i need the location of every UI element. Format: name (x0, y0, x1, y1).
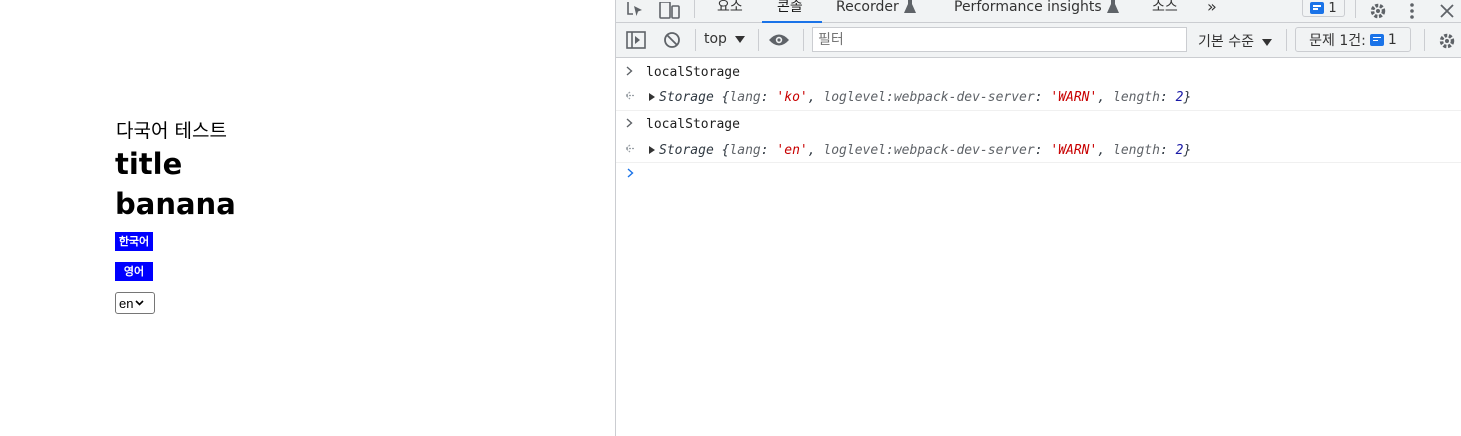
device-toolbar-icon[interactable] (658, 0, 682, 22)
tab-console[interactable]: 콘솔 (777, 0, 803, 23)
kebab-menu-icon[interactable] (1403, 0, 1421, 22)
toolbar-separator (695, 29, 696, 51)
object-key-length: length (1113, 143, 1160, 158)
toolbar-separator (803, 29, 804, 51)
tab-sources-label: 소스 (1152, 0, 1178, 15)
console-command-text: localStorage (646, 117, 740, 132)
console-command-row: localStorage (616, 59, 1461, 84)
flask-icon (1106, 0, 1119, 16)
object-key-lang: lang (729, 143, 761, 158)
expand-triangle-icon[interactable] (649, 146, 655, 154)
chevron-right-icon (626, 117, 633, 131)
settings-gear-icon[interactable] (1367, 0, 1389, 22)
tab-recorder-label: Recorder (836, 0, 899, 15)
object-prefix: Storage { (659, 143, 730, 158)
object-suffix: } (1183, 90, 1192, 105)
language-select-value: en (119, 295, 134, 311)
message-icon (1310, 2, 1325, 14)
object-value-lang: 'ko' (776, 90, 808, 105)
chevron-down-icon (135, 298, 145, 308)
storage-object-preview: Storage {lang: 'ko', loglevel:webpack-de… (659, 90, 1192, 105)
object-value-loglevel: 'WARN' (1050, 90, 1098, 105)
expand-triangle-icon[interactable] (649, 93, 655, 101)
return-arrow-icon (625, 143, 634, 156)
inspect-element-icon[interactable] (624, 0, 646, 22)
live-expression-eye-icon[interactable] (767, 29, 791, 51)
filter-input[interactable] (812, 27, 1187, 52)
tab-performance-insights-label: Performance insights (954, 0, 1102, 15)
issues-count: 1 (1387, 31, 1397, 48)
toolbar-separator (758, 29, 759, 51)
title-text: title (115, 147, 183, 181)
issues-button[interactable]: 문제 1건: 1 (1295, 27, 1411, 52)
log-level-value: 기본 수준 (1198, 34, 1254, 50)
chevron-right-icon (626, 65, 633, 79)
more-tabs-button[interactable]: » (1207, 0, 1217, 23)
console-row-divider (616, 162, 1461, 163)
console-input-prompt-icon[interactable] (627, 167, 634, 182)
storage-object-preview: Storage {lang: 'en', loglevel:webpack-de… (659, 143, 1192, 158)
tab-elements[interactable]: 요소 (717, 0, 743, 23)
issues-label: 문제 1건: (1309, 32, 1366, 49)
toolbar-separator (1424, 29, 1425, 51)
return-arrow-icon (625, 90, 634, 103)
triangle-down-icon (1262, 34, 1273, 50)
object-key-lang: lang (729, 90, 761, 105)
devtools-panel: 요소 콘솔 Recorder Performance insights 소스 »… (616, 0, 1461, 436)
tab-elements-label: 요소 (717, 0, 743, 15)
object-value-lang: 'en' (776, 143, 808, 158)
triangle-down-icon (735, 31, 746, 47)
object-key-length: length (1113, 90, 1160, 105)
console-result-row[interactable]: Storage {lang: 'en', loglevel:webpack-de… (616, 137, 1461, 163)
message-icon (1369, 33, 1384, 46)
fruit-text: banana (115, 187, 236, 221)
javascript-context-select[interactable]: top (704, 31, 746, 47)
issues-counter[interactable]: 1 (1302, 0, 1345, 17)
object-key-loglevel: loglevel:webpack-dev-server (823, 143, 1035, 158)
console-output[interactable]: localStorage Storage {lang: 'ko', loglev… (616, 59, 1461, 436)
console-settings-gear-icon[interactable] (1436, 30, 1458, 52)
issues-counter-value: 1 (1328, 0, 1337, 16)
tab-performance-insights[interactable]: Performance insights (954, 0, 1119, 23)
console-command-row: localStorage (616, 111, 1461, 136)
console-command-text: localStorage (646, 65, 740, 80)
tab-separator (694, 0, 695, 18)
flask-icon (903, 0, 916, 16)
console-toolbar: top 기본 수준 문제 1건: 1 (616, 23, 1461, 58)
object-prefix: Storage { (659, 90, 730, 105)
clear-console-icon[interactable] (661, 29, 683, 51)
tab-separator (1355, 0, 1356, 18)
object-key-loglevel: loglevel:webpack-dev-server (823, 90, 1035, 105)
page-heading: 다국어 테스트 (116, 120, 227, 142)
tab-console-label: 콘솔 (777, 0, 803, 15)
more-tabs-icon: » (1207, 0, 1217, 16)
log-level-select[interactable]: 기본 수준 (1198, 31, 1273, 51)
object-suffix: } (1183, 143, 1192, 158)
tab-sources[interactable]: 소스 (1152, 0, 1178, 23)
console-result-row[interactable]: Storage {lang: 'ko', loglevel:webpack-de… (616, 84, 1461, 110)
context-value: top (704, 31, 727, 47)
object-value-loglevel: 'WARN' (1050, 143, 1098, 158)
english-button[interactable]: 영어 (115, 262, 153, 281)
korean-button[interactable]: 한국어 (115, 232, 153, 251)
toolbar-separator (1286, 29, 1287, 51)
web-page-viewport: 다국어 테스트 title banana 한국어 영어 en (0, 0, 615, 436)
language-select[interactable]: en (115, 292, 155, 314)
close-icon[interactable] (1438, 0, 1456, 22)
sidebar-toggle-icon[interactable] (624, 29, 648, 51)
devtools-tab-bar: 요소 콘솔 Recorder Performance insights 소스 »… (616, 0, 1461, 23)
tab-recorder[interactable]: Recorder (836, 0, 916, 23)
